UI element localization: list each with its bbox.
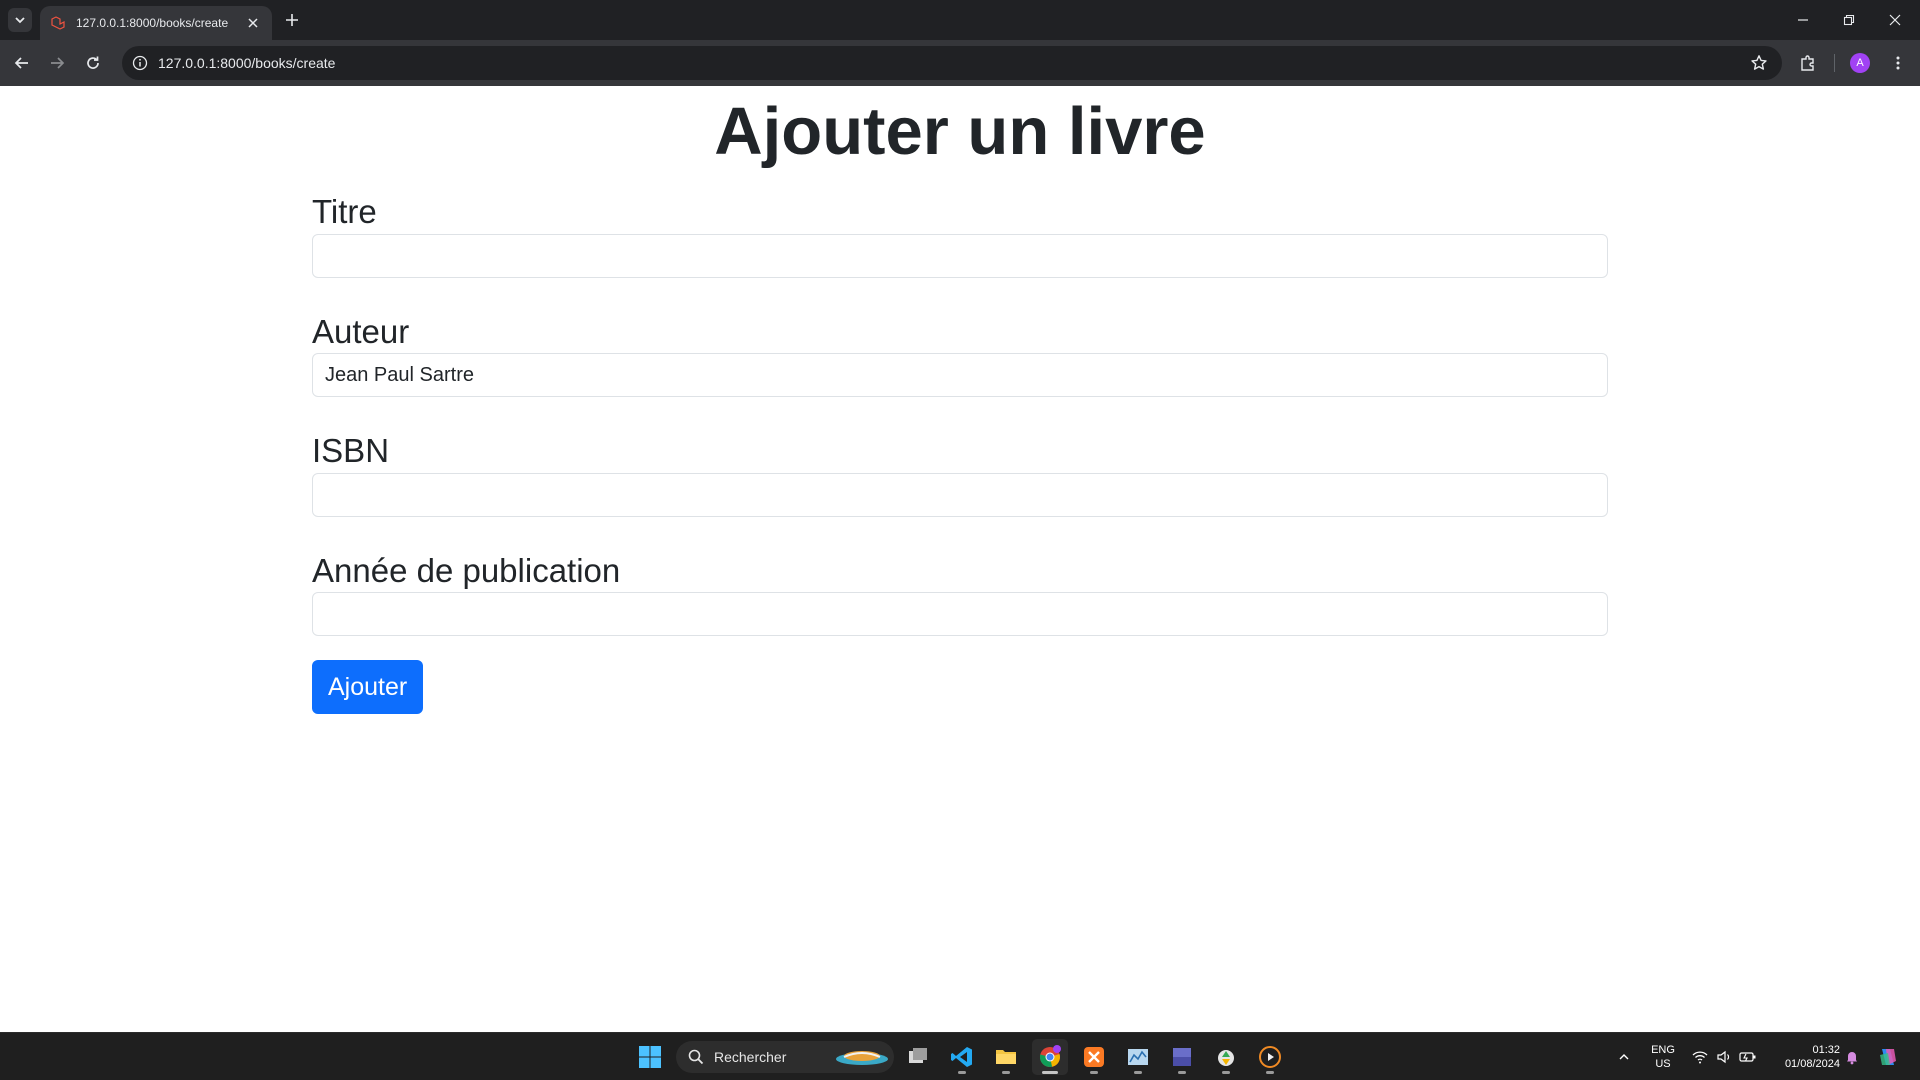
task-view-button[interactable] xyxy=(900,1039,936,1075)
task-view-icon xyxy=(909,1048,927,1063)
show-hidden-icons-button[interactable] xyxy=(1614,1047,1634,1067)
running-indicator xyxy=(1042,1071,1058,1074)
running-indicator xyxy=(1178,1071,1186,1074)
clock-time: 01:32 xyxy=(1812,1044,1840,1056)
tab-title: 127.0.0.1:8000/books/create xyxy=(76,16,229,30)
publication-year-input[interactable] xyxy=(312,592,1608,637)
add-book-form: Titre Auteur ISBN Année de publication A… xyxy=(312,192,1608,715)
windows-logo-icon xyxy=(639,1046,661,1068)
running-indicator xyxy=(1222,1071,1230,1074)
publication-year-label: Année de publication xyxy=(312,551,621,589)
running-indicator xyxy=(1090,1071,1098,1074)
windows-taskbar: Rechercher ENG US 01:32 01/08/2024 xyxy=(0,1032,1920,1080)
isbn-input[interactable] xyxy=(312,472,1608,517)
arrow-right-icon xyxy=(51,57,65,69)
page-title: Ajouter un livre xyxy=(714,94,1206,169)
puzzle-icon xyxy=(1801,55,1814,71)
language-indicator[interactable]: ENG US xyxy=(1648,1043,1678,1071)
author-label: Auteur xyxy=(312,312,410,350)
volume-icon[interactable] xyxy=(1714,1047,1734,1067)
back-button[interactable] xyxy=(8,49,36,77)
notification-bell-icon[interactable] xyxy=(1842,1047,1862,1067)
taskbar-file-explorer[interactable] xyxy=(988,1039,1024,1075)
browser-tab[interactable]: 127.0.0.1:8000/books/create xyxy=(40,6,272,40)
restore-button[interactable] xyxy=(1826,0,1872,40)
restore-icon xyxy=(1843,14,1855,26)
recycle-icon xyxy=(1218,1050,1234,1066)
chart-window-icon xyxy=(1128,1049,1148,1065)
taskbar-vscode[interactable] xyxy=(944,1039,980,1075)
clock[interactable]: 01:32 01/08/2024 xyxy=(1768,1043,1840,1071)
taskbar-chrome[interactable] xyxy=(1032,1039,1068,1075)
tab-search-button[interactable] xyxy=(8,8,32,32)
search-icon xyxy=(688,1049,704,1065)
bookmark-star-icon[interactable] xyxy=(1750,54,1768,72)
chrome-icon xyxy=(1039,1045,1061,1068)
toolbar-divider xyxy=(1834,54,1835,72)
taskbar-search[interactable]: Rechercher xyxy=(676,1041,894,1073)
title-input[interactable] xyxy=(312,233,1608,278)
taskbar-xampp[interactable] xyxy=(1076,1039,1112,1075)
browser-toolbar: 127.0.0.1:8000/books/create A xyxy=(0,40,1920,86)
copilot-icon[interactable] xyxy=(1876,1045,1900,1069)
reload-button[interactable] xyxy=(79,49,107,77)
close-icon xyxy=(1889,14,1901,26)
info-icon[interactable] xyxy=(132,55,148,71)
folder-icon xyxy=(996,1050,1016,1064)
avatar: A xyxy=(1850,53,1870,73)
xampp-icon xyxy=(1084,1047,1104,1067)
url-text: 127.0.0.1:8000/books/create xyxy=(158,55,336,71)
minimize-icon xyxy=(1798,19,1808,21)
running-indicator xyxy=(1002,1071,1010,1074)
more-vertical-icon xyxy=(1896,56,1900,70)
wifi-icon[interactable] xyxy=(1690,1047,1710,1067)
running-indicator xyxy=(958,1071,966,1074)
play-icon xyxy=(1259,1046,1281,1068)
tab-close-icon[interactable] xyxy=(244,14,262,32)
plus-icon xyxy=(286,14,298,26)
browser-tab-bar: 127.0.0.1:8000/books/create xyxy=(0,0,1920,40)
app-window-icon xyxy=(1173,1048,1191,1066)
isbn-label: ISBN xyxy=(312,432,390,470)
start-button[interactable] xyxy=(632,1039,668,1075)
forward-button[interactable] xyxy=(43,49,71,77)
search-placeholder: Rechercher xyxy=(714,1049,787,1065)
reload-icon xyxy=(87,56,99,69)
page-content: Ajouter un livre Titre Auteur ISBN Année… xyxy=(0,86,1920,1032)
chevron-up-icon xyxy=(1619,1054,1629,1060)
taskbar-recycle-app[interactable] xyxy=(1208,1039,1244,1075)
region-code: US xyxy=(1655,1058,1671,1070)
running-indicator xyxy=(1266,1071,1274,1074)
battery-icon[interactable] xyxy=(1738,1047,1758,1067)
taskbar-media-player[interactable] xyxy=(1252,1039,1288,1075)
taskbar-purple-app[interactable] xyxy=(1164,1039,1200,1075)
extensions-button[interactable] xyxy=(1794,49,1822,77)
clock-date: 01/08/2024 xyxy=(1784,1058,1840,1070)
profile-button[interactable]: A xyxy=(1846,49,1874,77)
close-window-button[interactable] xyxy=(1872,0,1918,40)
minimize-button[interactable] xyxy=(1780,0,1826,40)
author-input[interactable] xyxy=(312,353,1608,398)
search-highlight-icon xyxy=(836,1051,888,1065)
address-bar[interactable]: 127.0.0.1:8000/books/create xyxy=(122,46,1782,80)
running-indicator xyxy=(1134,1071,1142,1074)
new-tab-button[interactable] xyxy=(280,8,304,32)
taskbar-monitor-app[interactable] xyxy=(1120,1039,1156,1075)
browser-menu-button[interactable] xyxy=(1884,49,1912,77)
chevron-down-icon xyxy=(15,17,25,24)
arrow-left-icon xyxy=(14,57,28,69)
language-code: ENG xyxy=(1651,1044,1675,1056)
add-button[interactable]: Ajouter xyxy=(312,660,424,715)
laravel-favicon-icon xyxy=(51,16,65,30)
vscode-icon xyxy=(951,1047,972,1067)
title-label: Titre xyxy=(312,193,377,230)
